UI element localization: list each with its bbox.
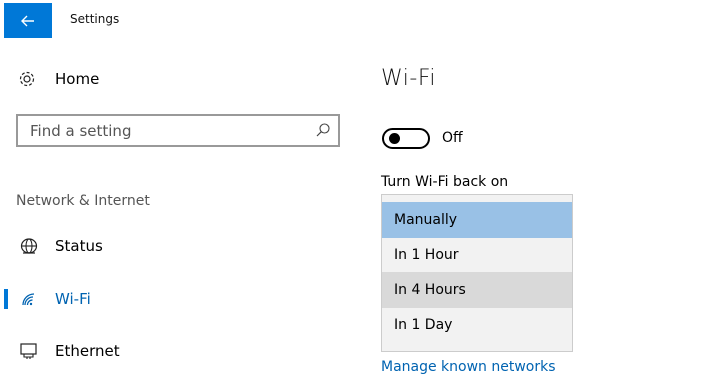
dropdown-option-4-hours[interactable]: In 4 Hours xyxy=(382,272,572,308)
manage-known-networks-link[interactable]: Manage known networks xyxy=(381,359,556,375)
wifi-toggle[interactable] xyxy=(382,128,430,149)
back-button[interactable] xyxy=(4,3,52,38)
window-title: Settings xyxy=(70,12,120,26)
title-bar: Settings xyxy=(0,0,702,39)
search-box[interactable] xyxy=(16,114,340,147)
sidebar-item-ethernet[interactable]: Ethernet xyxy=(0,336,340,366)
wifi-icon xyxy=(22,293,35,306)
globe-icon xyxy=(20,238,38,254)
back-arrow-icon xyxy=(21,15,34,26)
dropdown-option-1-day[interactable]: In 1 Day xyxy=(382,307,572,343)
dropdown-option-manually[interactable]: Manually xyxy=(382,202,572,238)
ethernet-icon xyxy=(20,343,37,359)
home-nav-item[interactable]: Home xyxy=(18,68,99,90)
sidebar-item-label: Wi-Fi xyxy=(55,290,91,308)
sidebar-item-label: Status xyxy=(55,237,103,255)
sidebar-item-wifi[interactable]: Wi-Fi xyxy=(0,284,340,314)
dropdown-option-1-hour[interactable]: In 1 Hour xyxy=(382,237,572,273)
page-title: Wi-Fi xyxy=(381,66,436,91)
sidebar-item-status[interactable]: Status xyxy=(0,231,340,261)
gear-icon xyxy=(19,71,35,87)
sidebar-item-label: Ethernet xyxy=(55,342,120,360)
search-input[interactable] xyxy=(18,116,308,145)
toggle-state-label: Off xyxy=(442,130,463,146)
search-icon[interactable] xyxy=(315,122,331,138)
active-indicator xyxy=(4,289,8,309)
home-label: Home xyxy=(55,70,100,88)
turn-on-label: Turn Wi-Fi back on xyxy=(381,174,509,190)
section-header: Network & Internet xyxy=(16,193,150,209)
toggle-knob xyxy=(389,133,400,144)
turn-on-dropdown-list[interactable]: Manually In 1 Hour In 4 Hours In 1 Day xyxy=(381,194,573,352)
